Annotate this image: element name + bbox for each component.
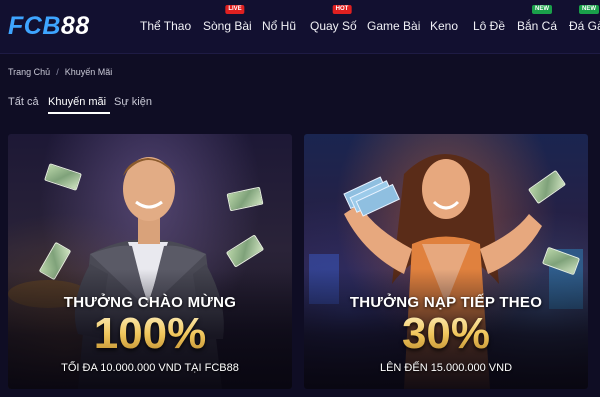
nav-song-bai[interactable]: Sòng Bài [203,19,252,33]
nav-ban-ca[interactable]: Bắn Cá [517,19,557,33]
promo-percent: 100% [8,310,292,358]
nav-keno[interactable]: Keno [430,19,458,33]
promo-card-reload[interactable]: THƯỞNG NẠP TIẾP THEO 30% LÊN ĐẾN 15.000.… [304,134,588,389]
live-badge: LIVE [225,5,245,14]
tab-khuyen-mai[interactable]: Khuyến mãi [48,96,106,108]
promo-subtitle: TỐI ĐA 10.000.000 VND TẠI FCB88 [61,362,239,374]
nav-quay-so[interactable]: Quay Số [310,19,357,33]
breadcrumb-separator: / [56,67,59,77]
active-tab-indicator [48,112,110,114]
promo-percent: 30% [304,310,588,358]
breadcrumb: Trang Chủ / Khuyến Mãi [8,67,112,77]
new-badge: NEW [579,5,599,14]
breadcrumb-home[interactable]: Trang Chủ [8,67,50,77]
tab-su-kien[interactable]: Sự kiện [114,96,152,108]
nav-the-thao[interactable]: Thể Thao [140,19,191,33]
nav-lo-de[interactable]: Lô Đề [473,19,505,33]
logo-text-main: FCB [8,11,61,40]
nav-da-ga[interactable]: Đá Gà [569,19,600,33]
fcb88-logo[interactable]: FCB 88 [8,12,90,40]
breadcrumb-current: Khuyến Mãi [64,67,113,77]
promo-subtitle: LÊN ĐẾN 15.000.000 VND [379,362,513,374]
tab-tat-ca[interactable]: Tất cả [8,96,39,108]
nav-game-bai[interactable]: Game Bài [367,19,420,33]
new-badge: NEW [532,5,552,14]
hot-badge: HOT [332,5,352,14]
logo-text-num: 88 [60,11,90,40]
promo-card-welcome[interactable]: THƯỞNG CHÀO MỪNG 100% TỐI ĐA 10.000.000 … [8,134,292,389]
top-header: FCB 88 Thể Thao LIVE Sòng Bài Nổ Hũ HOT Q… [0,0,600,54]
nav-no-hu[interactable]: Nổ Hũ [262,19,296,33]
